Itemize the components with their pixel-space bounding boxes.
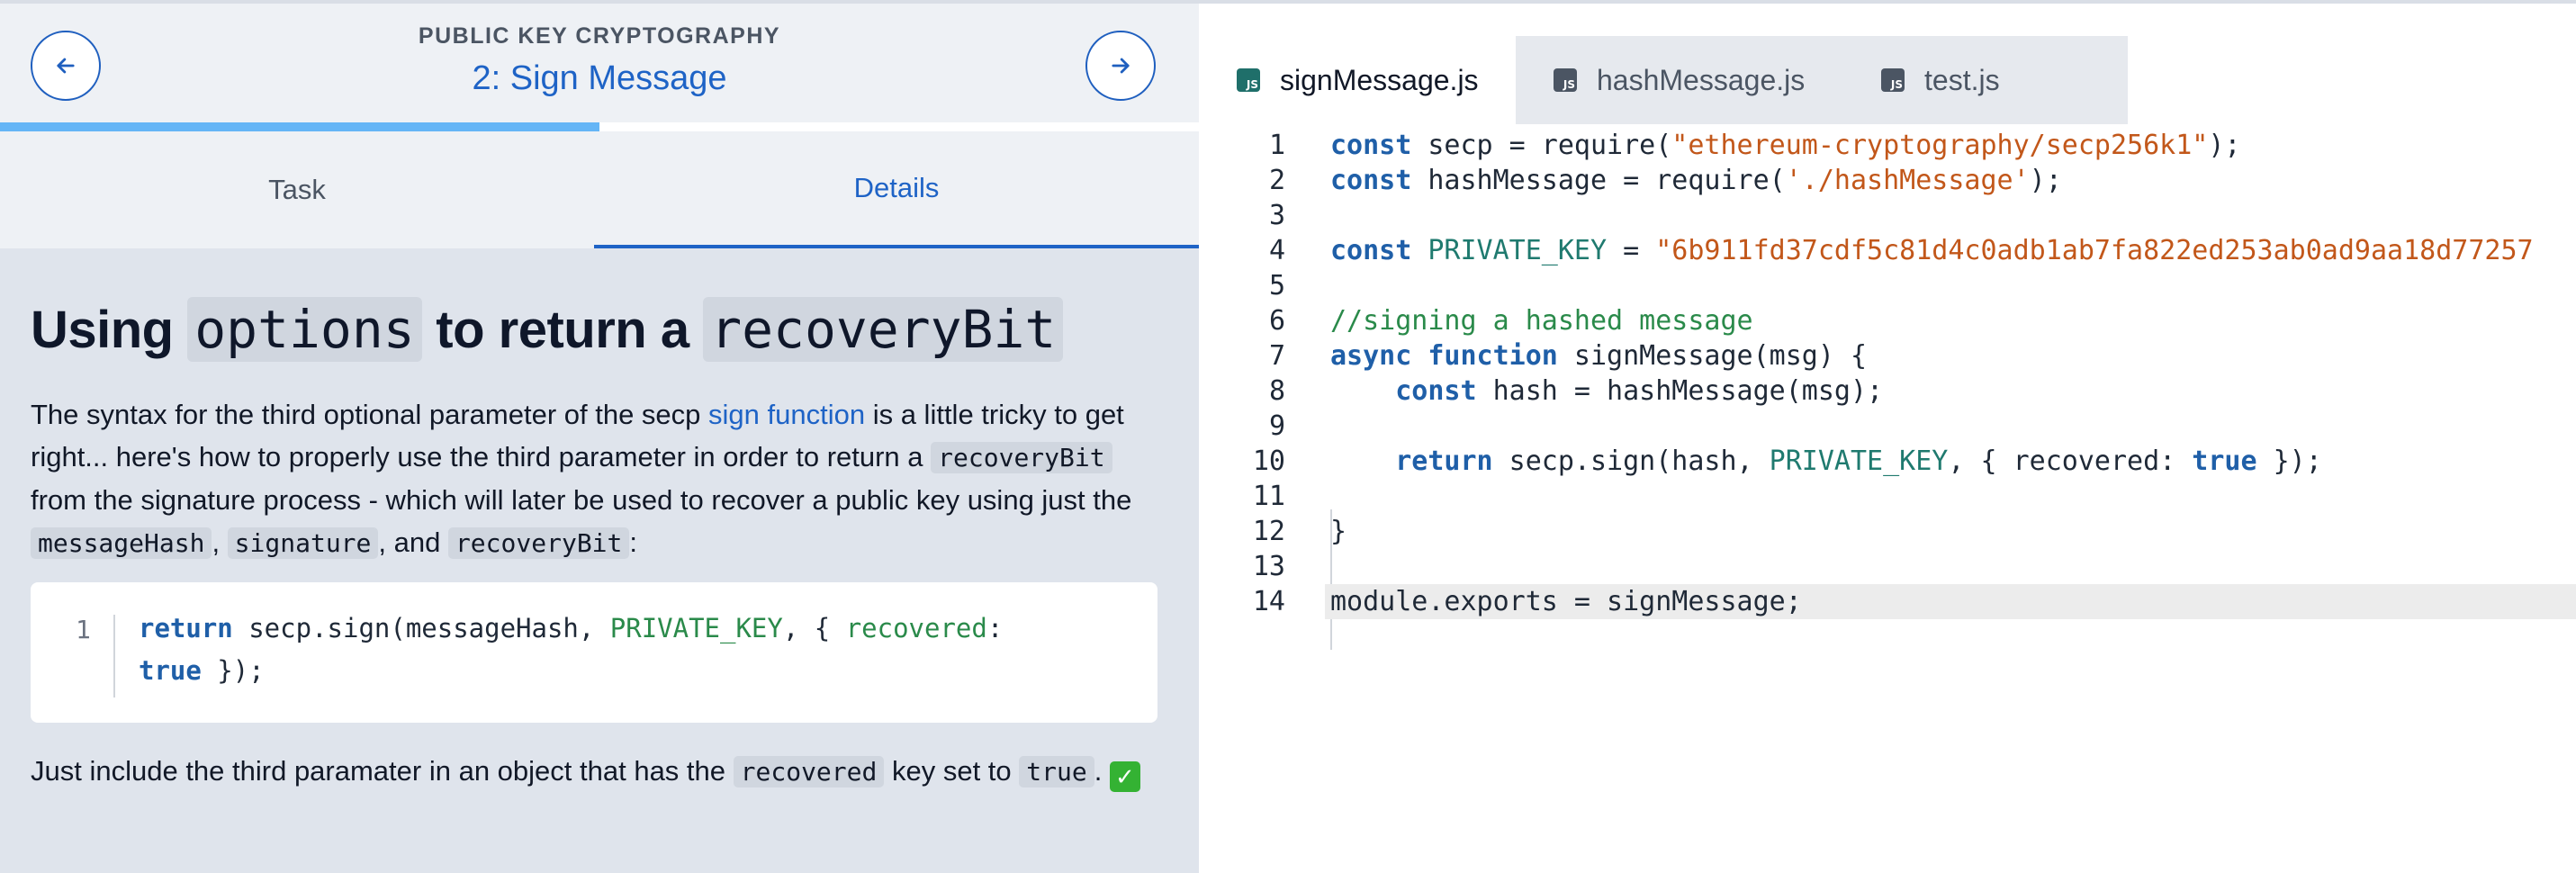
code-line: 10 return secp.sign(hash, PRIVATE_KEY, {… xyxy=(1252,446,2322,477)
code-editor[interactable]: 1 const secp = require("ethereum-cryptogr… xyxy=(1199,124,2576,873)
code-editor-panel: JS signMessage.js JS hashMessage.js JS test… xyxy=(1199,4,2576,873)
lesson-progress-bar xyxy=(0,122,1199,131)
snippet-line-number: 1 xyxy=(76,615,91,644)
file-tab-signmessage[interactable]: JS signMessage.js xyxy=(1199,36,1516,124)
file-tab-test[interactable]: JS test.js xyxy=(1843,36,2128,124)
code-line-active: 14 module.exports = signMessage; xyxy=(1253,584,2576,619)
lesson-title: 2: Sign Message xyxy=(472,59,727,97)
details-paragraph-2: Just include the third paramater in an o… xyxy=(31,750,1174,793)
code-snippet: 1 return secp.sign(messageHash, PRIVATE_… xyxy=(31,582,1157,723)
code-line: 5 xyxy=(1268,270,1285,302)
lesson-header: PUBLIC KEY CRYPTOGRAPHY 2: Sign Message xyxy=(0,4,1199,122)
code-line: 6//signing a hashed message xyxy=(1268,305,1753,337)
js-file-icon: JS xyxy=(1237,68,1260,92)
next-lesson-button[interactable] xyxy=(1085,31,1156,101)
course-title: PUBLIC KEY CRYPTOGRAPHY xyxy=(418,23,781,49)
code-line: 2 const hashMessage = require('./hashMess… xyxy=(1268,165,2062,196)
code-line: 8 const hash = hashMessage(msg); xyxy=(1268,375,1884,407)
code-line: 3 xyxy=(1268,200,1285,231)
lesson-progress-fill xyxy=(0,122,599,131)
details-paragraph-1: The syntax for the third optional parame… xyxy=(31,399,1132,559)
code-line: 1 const secp = require("ethereum-cryptogr… xyxy=(1268,130,2241,161)
snippet-code: return secp.sign(messageHash, PRIVATE_KE… xyxy=(139,613,1004,686)
code-line: 12} xyxy=(1252,516,1347,547)
arrow-right-icon xyxy=(1112,58,1130,74)
file-tab-hashmessage[interactable]: JS hashMessage.js xyxy=(1516,36,1843,124)
check-mark-icon: ✓ xyxy=(1109,761,1140,792)
js-file-icon: JS xyxy=(1881,68,1905,92)
sign-function-link[interactable]: sign function xyxy=(708,399,865,430)
file-tab-bar: JS signMessage.js JS hashMessage.js JS test… xyxy=(1199,36,2576,124)
details-heading: Using options to return a recoveryBit xyxy=(31,293,1174,366)
tab-details[interactable]: Details xyxy=(594,131,1199,248)
code-line: 13 xyxy=(1252,551,1285,582)
js-file-icon: JS xyxy=(1554,68,1577,92)
code-line: 11 xyxy=(1252,481,1285,512)
lesson-panel: PUBLIC KEY CRYPTOGRAPHY 2: Sign Message … xyxy=(0,4,1199,873)
code-line: 9 xyxy=(1268,410,1285,442)
details-content: Using options to return a recoveryBit Th… xyxy=(31,293,1174,793)
code-line: 7 async function signMessage(msg) { xyxy=(1268,340,1868,372)
lesson-tabs: Task Details xyxy=(0,131,1199,248)
code-line: 4 const PRIVATE_KEY = "6b911fd37cdf5c81d4… xyxy=(1268,235,2534,266)
tab-task[interactable]: Task xyxy=(0,131,594,248)
